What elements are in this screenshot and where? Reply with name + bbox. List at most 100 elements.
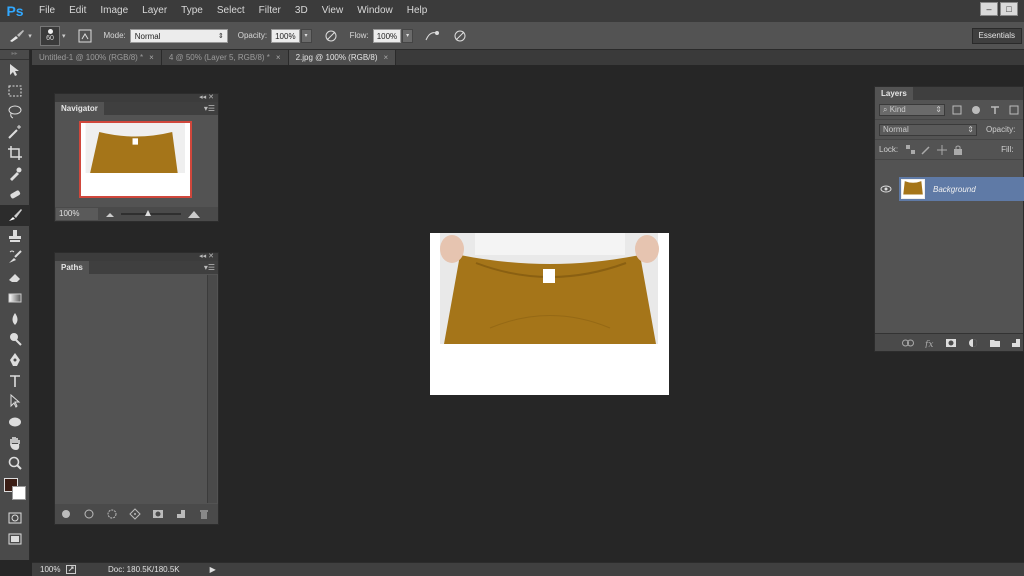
fill-path-icon[interactable]: [59, 507, 73, 521]
document-canvas[interactable]: [430, 233, 669, 395]
panel-collapse-icon[interactable]: ◂◂ ✕: [55, 94, 218, 102]
menu-help[interactable]: Help: [400, 0, 435, 22]
navigator-zoom-slider[interactable]: [121, 210, 181, 216]
paths-scrollbar[interactable]: [207, 275, 217, 503]
blend-mode-select[interactable]: Normal ⇕: [879, 123, 977, 136]
adjustment-layer-icon[interactable]: [966, 336, 980, 350]
eraser-icon[interactable]: [0, 267, 30, 288]
lock-pixels-icon[interactable]: [919, 144, 933, 156]
export-icon[interactable]: [66, 565, 76, 574]
menu-view[interactable]: View: [315, 0, 351, 22]
mode-select[interactable]: Normal ⇕: [129, 28, 228, 43]
status-zoom[interactable]: 100%: [32, 565, 66, 574]
tab-navigator[interactable]: Navigator: [55, 102, 104, 115]
zoom-in-icon[interactable]: [187, 209, 201, 219]
layer-kind-filter[interactable]: ⌕ Kind ⇕: [879, 103, 945, 116]
menu-window[interactable]: Window: [350, 0, 400, 22]
pressure-size-button[interactable]: [451, 27, 469, 45]
brush-size-picker[interactable]: 60: [40, 25, 60, 46]
brush-panel-toggle[interactable]: [76, 27, 94, 45]
screen-mode-icon[interactable]: [0, 528, 30, 549]
history-brush-icon[interactable]: [0, 246, 30, 267]
gradient-icon[interactable]: [0, 288, 30, 309]
brush-panel-icon: [78, 29, 92, 42]
minimize-button[interactable]: –: [980, 2, 998, 16]
flow-field[interactable]: 100%: [372, 28, 402, 43]
blur-icon[interactable]: [0, 308, 30, 329]
menu-type[interactable]: Type: [174, 0, 210, 22]
zoom-out-icon[interactable]: [105, 210, 115, 218]
menu-edit[interactable]: Edit: [62, 0, 93, 22]
filter-adjustment-icon[interactable]: [969, 104, 983, 116]
navigator-thumbnail[interactable]: [79, 121, 192, 198]
layer-row-background[interactable]: Background: [899, 177, 1024, 201]
dodge-icon[interactable]: [0, 329, 30, 350]
add-mask-icon[interactable]: [151, 507, 165, 521]
lock-transparency-icon[interactable]: [903, 144, 917, 156]
panel-collapse-icon[interactable]: ◂◂ ✕: [55, 253, 218, 261]
opacity-dropdown[interactable]: ▾: [300, 28, 312, 43]
new-layer-icon[interactable]: [1009, 336, 1023, 350]
hand-icon[interactable]: [0, 432, 30, 453]
layer-style-icon[interactable]: fx: [923, 336, 937, 350]
close-icon[interactable]: ×: [149, 53, 154, 62]
crop-icon[interactable]: [0, 143, 30, 164]
tool-preset-picker[interactable]: ▾: [6, 25, 34, 47]
make-work-path-icon[interactable]: [128, 507, 142, 521]
close-icon[interactable]: ×: [384, 53, 389, 62]
lock-all-icon[interactable]: [951, 144, 965, 156]
menu-layer[interactable]: Layer: [135, 0, 174, 22]
eyedropper-icon[interactable]: [0, 163, 30, 184]
eye-icon[interactable]: [879, 183, 893, 195]
chevron-updown-icon: ⇕: [217, 32, 224, 40]
lock-position-icon[interactable]: [935, 144, 949, 156]
new-group-icon[interactable]: [988, 336, 1002, 350]
stamp-icon[interactable]: [0, 226, 30, 247]
move-icon[interactable]: [0, 60, 30, 81]
filter-shape-icon[interactable]: [1007, 104, 1021, 116]
load-selection-icon[interactable]: [105, 507, 119, 521]
link-layers-icon[interactable]: [901, 336, 915, 350]
new-path-icon[interactable]: [174, 507, 188, 521]
close-icon[interactable]: ×: [276, 53, 281, 62]
flow-dropdown[interactable]: ▾: [402, 28, 414, 43]
marquee-icon[interactable]: [0, 81, 30, 102]
background-color-swatch[interactable]: [12, 485, 26, 500]
tab-paths[interactable]: Paths: [55, 261, 89, 274]
pressure-opacity-button[interactable]: [322, 27, 340, 45]
navigator-zoom-field[interactable]: 100%: [56, 208, 98, 220]
type-icon[interactable]: [0, 370, 30, 391]
doc-tab-4[interactable]: 4 @ 50% (Layer 5, RGB/8) * ×: [161, 50, 289, 65]
opacity-field[interactable]: 100%: [271, 28, 300, 43]
stroke-path-icon[interactable]: [82, 507, 96, 521]
workspace-switcher[interactable]: Essentials: [971, 28, 1022, 44]
magic-wand-icon[interactable]: [0, 122, 30, 143]
quick-mask-icon[interactable]: [0, 508, 30, 529]
maximize-button[interactable]: □: [1000, 2, 1018, 16]
airbrush-button[interactable]: [423, 27, 441, 45]
add-layer-mask-icon[interactable]: [944, 336, 958, 350]
menu-select[interactable]: Select: [210, 0, 252, 22]
zoom-icon[interactable]: [0, 453, 30, 474]
status-menu-arrow-icon[interactable]: ▶: [210, 565, 216, 574]
filter-type-icon[interactable]: [988, 104, 1002, 116]
panel-menu-icon[interactable]: ▾☰: [204, 102, 215, 115]
toolbar-grip[interactable]: ▸▸: [0, 50, 29, 60]
healing-icon[interactable]: [0, 184, 30, 205]
slider-knob[interactable]: [145, 210, 151, 216]
trash-icon[interactable]: [197, 507, 211, 521]
pen-icon[interactable]: [0, 350, 30, 371]
menu-image[interactable]: Image: [93, 0, 135, 22]
lasso-icon[interactable]: [0, 101, 30, 122]
doc-tab-2jpg[interactable]: 2.jpg @ 100% (RGB/8) ×: [288, 50, 397, 65]
menu-3d[interactable]: 3D: [288, 0, 315, 22]
tab-layers[interactable]: Layers: [875, 87, 913, 100]
filter-pixel-icon[interactable]: [950, 104, 964, 116]
doc-tab-untitled[interactable]: Untitled-1 @ 100% (RGB/8) * ×: [32, 50, 162, 65]
brush-tool-icon[interactable]: [0, 204, 30, 226]
panel-menu-icon[interactable]: ▾☰: [204, 261, 215, 274]
menu-file[interactable]: File: [32, 0, 62, 22]
menu-filter[interactable]: Filter: [252, 0, 288, 22]
ellipse-icon[interactable]: [0, 412, 30, 433]
path-select-icon[interactable]: [0, 391, 30, 412]
